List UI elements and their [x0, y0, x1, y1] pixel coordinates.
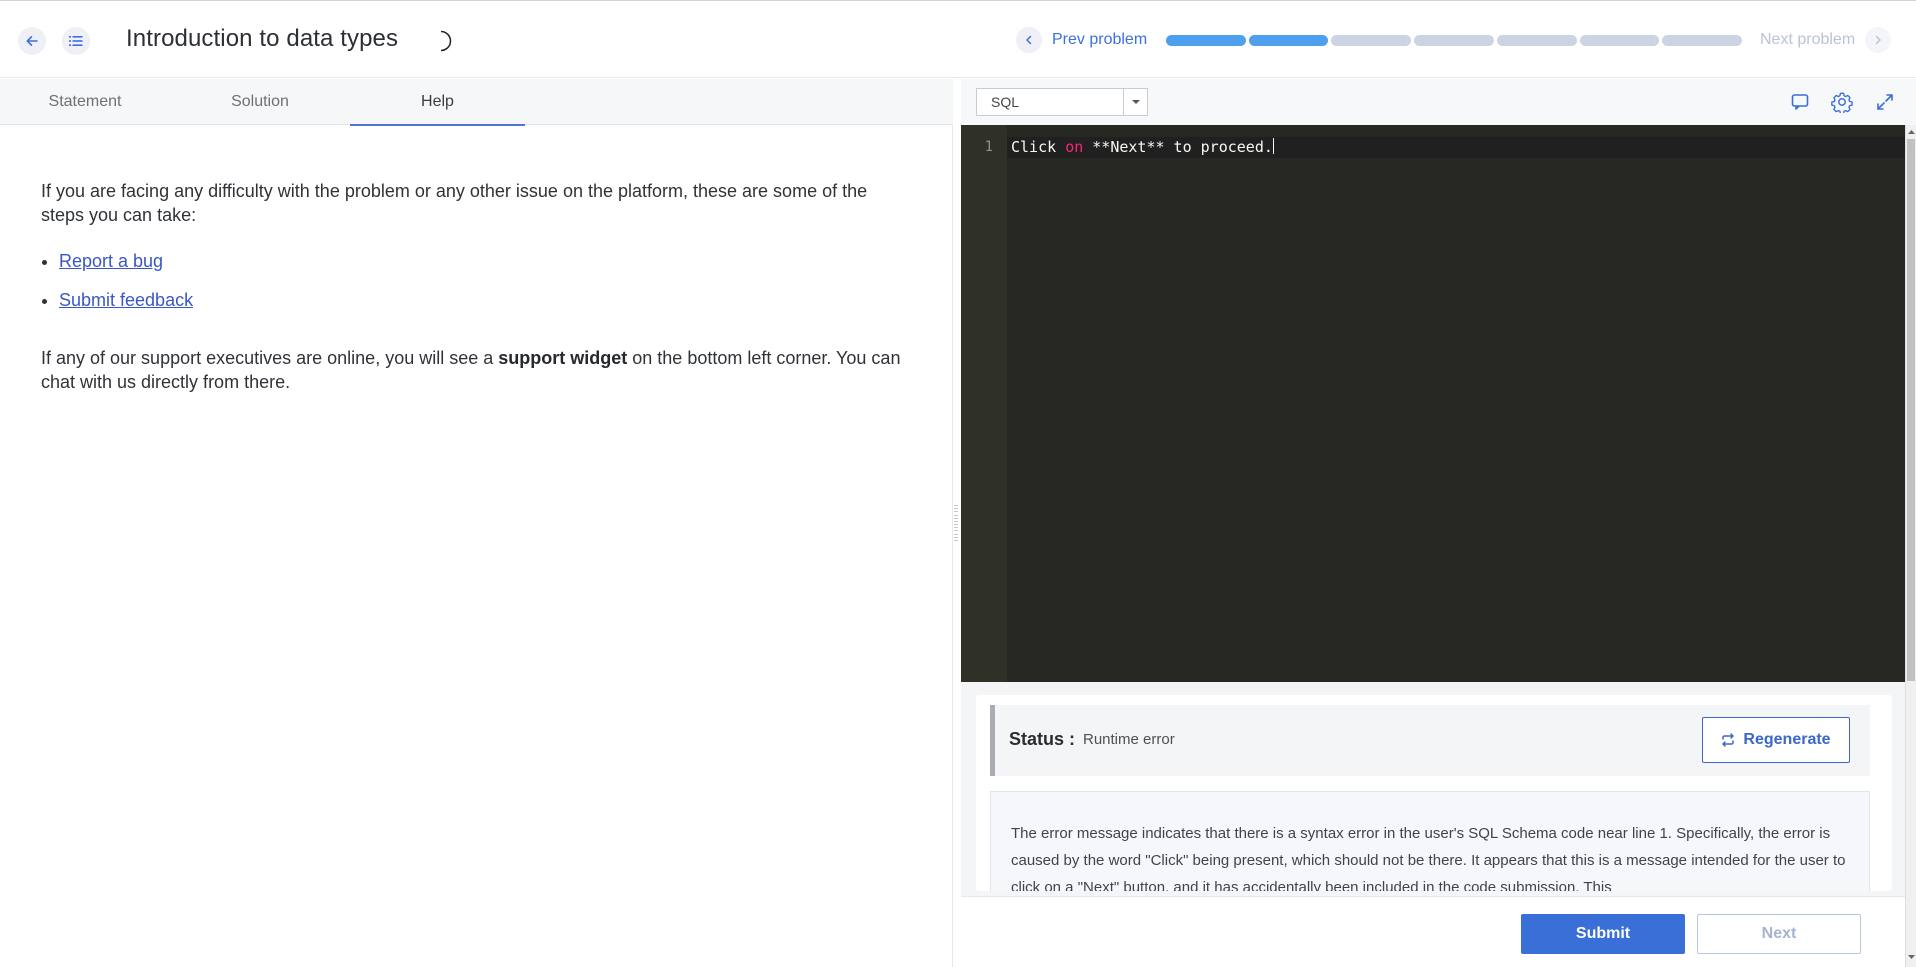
- language-select-value: SQL: [991, 94, 1020, 110]
- scroll-thumb[interactable]: [1907, 139, 1915, 681]
- settings-button[interactable]: [1829, 89, 1855, 115]
- tab-statement[interactable]: Statement: [0, 79, 170, 125]
- error-explanation: The error message indicates that there i…: [990, 791, 1870, 891]
- page-title: Introduction to data types: [126, 25, 399, 52]
- code-editor[interactable]: 1 Click on **Next** to proceed.: [961, 125, 1905, 682]
- progress-segment: [1248, 35, 1329, 46]
- progress-segment: [1579, 35, 1660, 46]
- theme-toggle-icon[interactable]: [432, 29, 456, 53]
- prev-problem-label: Prev problem: [1052, 31, 1148, 48]
- language-select-toggle[interactable]: [1123, 89, 1147, 115]
- problem-progress-bar: [1166, 35, 1743, 46]
- problem-list-button[interactable]: [62, 27, 90, 55]
- next-button: Next: [1697, 914, 1861, 954]
- code-text: Click: [1011, 138, 1066, 156]
- help-links-list: Report a bug Submit feedback: [59, 249, 911, 312]
- back-button[interactable]: [18, 27, 46, 55]
- tab-solution[interactable]: Solution: [170, 79, 350, 125]
- language-select[interactable]: SQL: [976, 88, 1148, 116]
- panel-resize-handle[interactable]: [952, 505, 960, 541]
- progress-segment: [1496, 35, 1577, 46]
- chevron-right-icon: [1875, 35, 1881, 45]
- regenerate-button[interactable]: Regenerate: [1702, 717, 1850, 763]
- prev-problem-button[interactable]: Prev problem: [1016, 25, 1147, 55]
- support-note: If any of our support executives are onl…: [41, 346, 911, 394]
- top-header: Introduction to data types Prev problem …: [0, 0, 1916, 78]
- fullscreen-button[interactable]: [1872, 89, 1898, 115]
- progress-segment: [1662, 35, 1743, 46]
- tab-help[interactable]: Help: [350, 79, 525, 126]
- refresh-icon: [1722, 733, 1735, 747]
- list-item: Report a bug: [59, 249, 911, 273]
- support-widget-text: support widget: [498, 348, 628, 368]
- regenerate-label: Regenerate: [1743, 731, 1831, 748]
- editor-gutter: 1: [961, 125, 1007, 682]
- editor-footer: Submit Next: [961, 896, 1905, 967]
- status-label: Status :: [1009, 729, 1076, 749]
- problem-panel: Statement Solution Help If you are facin…: [0, 79, 953, 967]
- list-item: Submit feedback: [59, 288, 911, 312]
- editor-scrollbar[interactable]: [1905, 125, 1916, 967]
- support-note-prefix: If any of our support executives are onl…: [41, 348, 499, 368]
- chat-icon: [1791, 94, 1809, 110]
- chat-button[interactable]: [1787, 89, 1813, 115]
- next-chevron: [1865, 27, 1892, 53]
- back-arrow-icon: [26, 36, 38, 46]
- code-text: **Next** to proceed.: [1083, 138, 1273, 156]
- chevron-left-icon: [1026, 35, 1032, 45]
- expand-icon: [1877, 94, 1893, 110]
- scroll-down-icon: [1908, 954, 1915, 959]
- problem-tabs: Statement Solution Help: [0, 79, 953, 126]
- list-icon: [69, 36, 83, 46]
- submit-button[interactable]: Submit: [1521, 914, 1685, 954]
- report-bug-link[interactable]: Report a bug: [59, 251, 163, 271]
- caret-down-icon: [1131, 100, 1140, 104]
- progress-segment: [1166, 35, 1246, 46]
- progress-segment: [1414, 35, 1494, 46]
- help-content: If you are facing any difficulty with th…: [41, 179, 911, 416]
- code-keyword: on: [1065, 138, 1084, 156]
- editor-panel: SQL 1 Click on **Next** to proceed. Stat…: [961, 79, 1916, 967]
- progress-segment: [1331, 35, 1412, 46]
- scroll-down-arrow[interactable]: [1907, 953, 1916, 961]
- help-intro: If you are facing any difficulty with th…: [41, 181, 868, 225]
- editor-toolbar: SQL: [961, 79, 1916, 125]
- next-problem-label: Next problem: [1760, 31, 1856, 48]
- scroll-up-arrow[interactable]: [1907, 127, 1916, 135]
- status-value: Runtime error: [1083, 731, 1175, 748]
- result-card: Status : Runtime error Regenerate The er…: [976, 695, 1892, 891]
- prev-chevron: [1016, 27, 1042, 53]
- code-line[interactable]: Click on **Next** to proceed.: [1011, 138, 1274, 156]
- next-problem-button: Next problem: [1760, 25, 1892, 55]
- line-number: 1: [984, 139, 993, 155]
- text-cursor: [1272, 138, 1274, 154]
- gear-icon: [1831, 92, 1853, 113]
- status-bar: Status : Runtime error Regenerate: [990, 705, 1870, 776]
- scroll-up-icon: [1908, 129, 1915, 134]
- submit-feedback-link[interactable]: Submit feedback: [59, 290, 193, 310]
